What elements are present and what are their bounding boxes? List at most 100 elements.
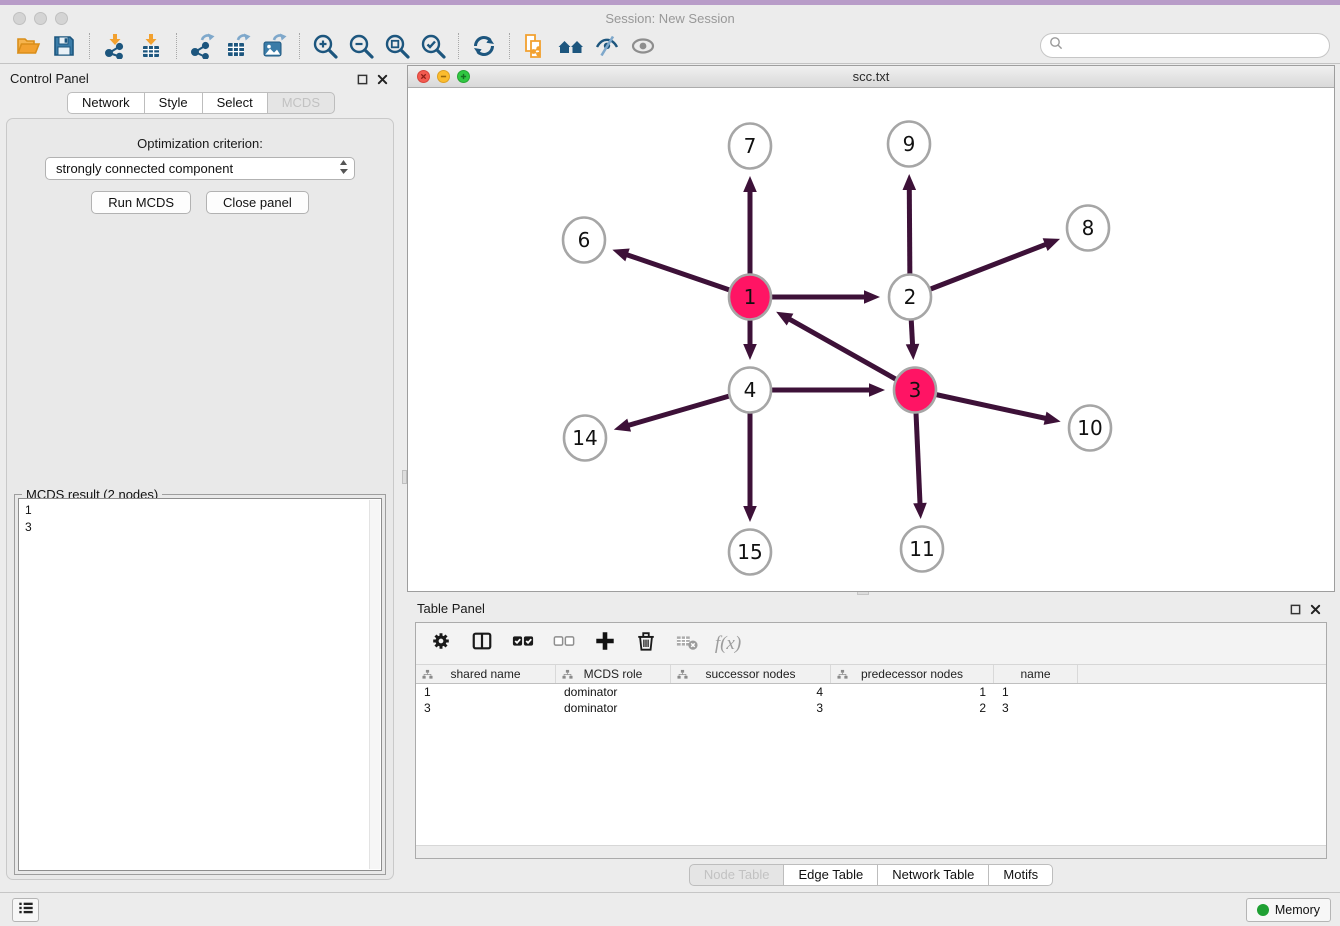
graph-node-2[interactable]: 2 bbox=[889, 275, 931, 320]
tab-motifs[interactable]: Motifs bbox=[988, 864, 1053, 886]
graph-node-label: 10 bbox=[1077, 416, 1102, 440]
search-input[interactable] bbox=[1068, 38, 1321, 53]
result-line: 3 bbox=[25, 519, 381, 536]
table-cell[interactable]: 1 bbox=[831, 684, 994, 700]
search-field[interactable] bbox=[1040, 33, 1330, 58]
table-cell[interactable]: 2 bbox=[831, 700, 994, 716]
graph-node-11[interactable]: 11 bbox=[901, 527, 943, 572]
export-network-button[interactable] bbox=[184, 30, 220, 62]
float-table-panel-icon[interactable] bbox=[1290, 602, 1301, 620]
table-cell[interactable]: 1 bbox=[994, 684, 1078, 700]
deselect-all-checkboxes-button[interactable] bbox=[552, 632, 576, 656]
column-header-shared-name[interactable]: shared name bbox=[416, 665, 556, 683]
tab-network-table[interactable]: Network Table bbox=[877, 864, 989, 886]
toolbar-separator bbox=[89, 33, 90, 59]
new-network-view-button[interactable] bbox=[517, 30, 553, 62]
mcds-result-group: MCDS result (2 nodes) 13 bbox=[14, 494, 386, 875]
graph-node-3[interactable]: 3 bbox=[894, 368, 936, 413]
zoom-fit-button[interactable] bbox=[379, 30, 415, 62]
graph-node-15[interactable]: 15 bbox=[729, 530, 771, 575]
graph-node-9[interactable]: 9 bbox=[888, 122, 930, 167]
gear-icon bbox=[430, 630, 452, 657]
column-header-successor-nodes[interactable]: successor nodes bbox=[671, 665, 831, 683]
table-row[interactable]: 3dominator323 bbox=[416, 700, 1326, 716]
tab-edge-table[interactable]: Edge Table bbox=[783, 864, 878, 886]
refresh-icon bbox=[471, 33, 497, 59]
toolbar-separator bbox=[176, 33, 177, 59]
zoom-out-button[interactable] bbox=[343, 30, 379, 62]
table-cell[interactable]: dominator bbox=[556, 700, 671, 716]
graph-node-4[interactable]: 4 bbox=[729, 368, 771, 413]
graph-edge-2-8[interactable] bbox=[910, 238, 1060, 297]
table-horizontal-scrollbar[interactable] bbox=[416, 845, 1326, 858]
export-network-icon bbox=[189, 33, 215, 59]
show-all-button[interactable] bbox=[625, 30, 661, 62]
column-tree-icon bbox=[562, 669, 573, 683]
graph-node-label: 3 bbox=[909, 378, 922, 402]
mcds-result-text[interactable]: 13 bbox=[18, 498, 382, 871]
refresh-button[interactable] bbox=[466, 30, 502, 62]
graph-edge-3-1[interactable] bbox=[776, 312, 915, 390]
network-view-titlebar[interactable]: scc.txt bbox=[408, 66, 1334, 88]
column-header-mcds-role[interactable]: MCDS role bbox=[556, 665, 671, 683]
column-header-label: MCDS role bbox=[584, 667, 643, 681]
tab-node-table[interactable]: Node Table bbox=[689, 864, 785, 886]
open-session-button[interactable] bbox=[10, 30, 46, 62]
tab-style[interactable]: Style bbox=[144, 92, 203, 114]
network-canvas[interactable]: 7 9 6 8 1 2 4 3 14 10 15 11 bbox=[408, 88, 1334, 591]
toolbar-separator bbox=[509, 33, 510, 59]
panels-menu-button[interactable] bbox=[12, 898, 39, 922]
graph-node-7[interactable]: 7 bbox=[729, 124, 771, 169]
graph-node-6[interactable]: 6 bbox=[563, 218, 605, 263]
export-image-button[interactable] bbox=[256, 30, 292, 62]
graph-node-10[interactable]: 10 bbox=[1069, 406, 1111, 451]
close-table-panel-icon[interactable] bbox=[1310, 602, 1321, 620]
add-column-button[interactable] bbox=[593, 632, 617, 656]
result-scrollbar-track[interactable] bbox=[369, 500, 380, 869]
gear-button[interactable] bbox=[429, 632, 453, 656]
table-panel-tabs: Node TableEdge TableNetwork TableMotifs bbox=[407, 864, 1335, 886]
graph-node-1[interactable]: 1 bbox=[729, 275, 771, 320]
graph-node-14[interactable]: 14 bbox=[564, 416, 606, 461]
network-view-window: scc.txt 7 9 6 8 1 2 4 3 14 10 15 11 bbox=[407, 65, 1335, 592]
graph-edge-3-10[interactable] bbox=[915, 390, 1061, 425]
tab-select[interactable]: Select bbox=[202, 92, 268, 114]
memory-button[interactable]: Memory bbox=[1246, 898, 1331, 922]
graph-node-label: 14 bbox=[572, 426, 597, 450]
column-header-label: shared name bbox=[450, 667, 520, 681]
column-header-predecessor-nodes[interactable]: predecessor nodes bbox=[831, 665, 994, 683]
table-cell[interactable]: 3 bbox=[994, 700, 1078, 716]
import-network-button[interactable] bbox=[97, 30, 133, 62]
import-table-button[interactable] bbox=[133, 30, 169, 62]
table-cell[interactable]: 4 bbox=[671, 684, 831, 700]
graph-node-label: 4 bbox=[744, 378, 757, 402]
split-columns-button[interactable] bbox=[470, 632, 494, 656]
table-cell[interactable]: 1 bbox=[416, 684, 556, 700]
table-cell[interactable]: 3 bbox=[416, 700, 556, 716]
table-row[interactable]: 1dominator411 bbox=[416, 684, 1326, 700]
zoom-fit-icon bbox=[384, 33, 410, 59]
table-cell[interactable]: 3 bbox=[671, 700, 831, 716]
result-line: 1 bbox=[25, 502, 381, 519]
hide-selected-button[interactable] bbox=[589, 30, 625, 62]
column-header-name[interactable]: name bbox=[994, 665, 1078, 683]
table-cell[interactable]: dominator bbox=[556, 684, 671, 700]
control-panel-header: Control Panel bbox=[0, 65, 402, 92]
save-session-button[interactable] bbox=[46, 30, 82, 62]
tab-mcds[interactable]: MCDS bbox=[267, 92, 335, 114]
zoom-selected-button[interactable] bbox=[415, 30, 451, 62]
close-panel-icon[interactable] bbox=[377, 72, 388, 90]
zoom-in-button[interactable] bbox=[307, 30, 343, 62]
run-mcds-button[interactable]: Run MCDS bbox=[91, 191, 191, 214]
export-table-button[interactable] bbox=[220, 30, 256, 62]
tab-network[interactable]: Network bbox=[67, 92, 145, 114]
graph-node-8[interactable]: 8 bbox=[1067, 206, 1109, 251]
delete-column-button[interactable] bbox=[634, 632, 658, 656]
control-panel: Control Panel NetworkStyleSelectMCDS Opt… bbox=[0, 65, 402, 892]
close-panel-button[interactable]: Close panel bbox=[206, 191, 309, 214]
table-toolbar: f(x) bbox=[416, 623, 1326, 664]
select-all-checkboxes-button[interactable] bbox=[511, 632, 535, 656]
criterion-select[interactable]: strongly connected component bbox=[45, 157, 355, 180]
float-panel-icon[interactable] bbox=[357, 72, 368, 90]
apply-layout-button[interactable] bbox=[553, 30, 589, 62]
